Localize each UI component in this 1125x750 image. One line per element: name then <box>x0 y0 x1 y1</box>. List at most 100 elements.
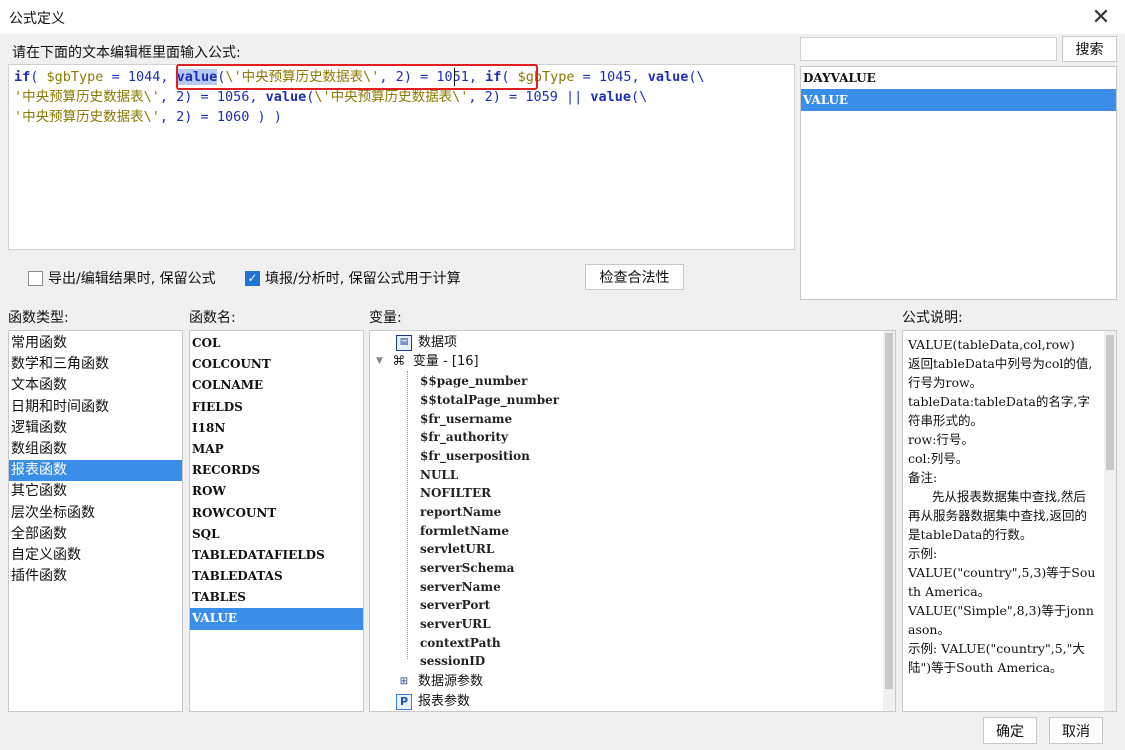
formula-description-text: VALUE(tableData,col,row) 返回tableData中列号为… <box>908 337 1096 675</box>
tree-leaf-variable[interactable]: $$totalPage_number <box>420 391 559 410</box>
tree-guide-line <box>407 371 408 659</box>
list-item[interactable]: 常用函数 <box>9 333 182 354</box>
list-item[interactable]: 文本函数 <box>9 375 182 396</box>
editor-label: 请在下面的文本编辑框里面输入公式: <box>12 45 241 61</box>
list-item-selected[interactable]: VALUE <box>190 608 363 630</box>
tree-leaf-variable[interactable]: servletURL <box>420 540 494 559</box>
function-result-dayvalue[interactable]: DAYVALUE <box>801 67 1116 89</box>
string-literal: \'中央预算历史数据表\' <box>314 89 469 105</box>
punct: , <box>379 69 396 85</box>
keep-formula-export-option[interactable]: 导出/编辑结果时, 保留公式 <box>28 268 216 288</box>
list-item[interactable]: 日期和时间函数 <box>9 397 182 418</box>
scrollbar-thumb[interactable] <box>885 333 893 689</box>
punct: , <box>468 69 486 85</box>
punct: (\ <box>688 69 705 85</box>
variables-tree: ▤ 数据项 ▼ ⌘ 变量 - [16] $$page_number $$tota… <box>369 330 896 712</box>
punct: ) = <box>403 69 437 85</box>
tree-leaf-variable[interactable]: reportName <box>420 503 501 522</box>
tree-leaf-variable[interactable]: formletName <box>420 522 509 541</box>
list-item[interactable]: 数学和三角函数 <box>9 354 182 375</box>
tree-leaf-variable[interactable]: sessionID <box>420 652 485 671</box>
keep-formula-export-checkbox[interactable] <box>28 270 43 286</box>
number: 1060 <box>216 109 250 125</box>
list-item[interactable]: FIELDS <box>190 397 363 418</box>
formula-editor[interactable]: if( $gbType = 1044, value(\'中央预算历史数据表\',… <box>8 64 795 250</box>
number: 1059 <box>525 89 558 105</box>
tree-leaf-variable[interactable]: $fr_authority <box>420 428 508 447</box>
function-call-selected: value <box>176 69 218 85</box>
keep-formula-fill-option[interactable]: ✓ 填报/分析时, 保留公式用于计算 <box>245 268 461 288</box>
function-types-list: 常用函数 数学和三角函数 文本函数 日期和时间函数 逻辑函数 数组函数 报表函数… <box>8 330 183 712</box>
punct: , <box>159 109 177 125</box>
list-item[interactable]: 自定义函数 <box>9 545 182 566</box>
scrollbar-thumb[interactable] <box>1106 335 1114 470</box>
list-item[interactable]: 层次坐标函数 <box>9 503 182 524</box>
tree-node-variables[interactable]: ▼ ⌘ 变量 - [16] <box>376 352 479 371</box>
list-item[interactable]: ROWCOUNT <box>190 503 363 524</box>
punct: ) = <box>184 109 217 125</box>
ok-button[interactable]: 确定 <box>983 717 1037 744</box>
list-item[interactable]: TABLES <box>190 587 363 608</box>
list-item[interactable]: RECORDS <box>190 460 363 481</box>
list-item[interactable]: COL <box>190 333 363 354</box>
keep-formula-fill-label: 填报/分析时, 保留公式用于计算 <box>265 271 461 287</box>
list-item[interactable]: TABLEDATAS <box>190 566 363 587</box>
punct: , <box>249 89 266 105</box>
list-item[interactable]: SQL <box>190 524 363 545</box>
list-item[interactable]: 全部函数 <box>9 524 182 545</box>
tree-leaf-variable[interactable]: serverSchema <box>420 559 514 578</box>
keep-formula-fill-checkbox[interactable]: ✓ <box>245 270 260 286</box>
tree-leaf-variable[interactable]: $$page_number <box>420 372 527 391</box>
list-item[interactable]: COLCOUNT <box>190 354 363 375</box>
punct: , <box>159 89 177 105</box>
tree-node-label: 变量 - [16] <box>412 354 479 369</box>
number: 1045 <box>598 69 632 85</box>
string-literal: '中央预算历史数据表\' <box>14 109 160 125</box>
tree-leaf-variable[interactable]: $fr_userposition <box>420 447 530 466</box>
list-item[interactable]: TABLEDATAFIELDS <box>190 545 363 566</box>
function-names-label: 函数名: <box>189 310 236 326</box>
text-caret <box>454 68 455 86</box>
list-item[interactable]: I18N <box>190 418 363 439</box>
list-item[interactable]: 其它函数 <box>9 481 182 502</box>
operator: = <box>103 69 128 85</box>
chevron-down-icon[interactable]: ▼ <box>376 352 383 371</box>
tree-node-label: 数据源参数 <box>418 674 484 689</box>
tree-leaf-variable[interactable]: serverName <box>420 578 501 597</box>
number: 2 <box>395 69 404 85</box>
tree-leaf-variable[interactable]: serverPort <box>420 596 490 615</box>
tree-leaf-variable[interactable]: $fr_username <box>420 410 512 429</box>
punct: ( <box>30 69 47 85</box>
list-item[interactable]: COLNAME <box>190 375 363 396</box>
tree-node-report-params[interactable]: P 报表参数 <box>396 692 470 711</box>
check-validity-button[interactable]: 检查合法性 <box>585 264 684 290</box>
tree-node-datasource-params[interactable]: ⊞ 数据源参数 <box>396 672 483 691</box>
tree-leaf-variable[interactable]: NOFILTER <box>420 484 491 503</box>
operator: || <box>557 89 591 105</box>
report-param-icon: P <box>396 693 412 710</box>
description-scrollbar[interactable] <box>1104 331 1116 711</box>
close-icon[interactable]: ✕ <box>1087 3 1115 31</box>
tree-node-data-item[interactable]: ▤ 数据项 <box>396 333 457 352</box>
variables-scrollbar[interactable] <box>883 331 895 711</box>
tree-leaf-variable[interactable]: serverURL <box>420 615 491 634</box>
list-item[interactable]: MAP <box>190 439 363 460</box>
tree-leaf-variable[interactable]: contextPath <box>420 634 501 653</box>
search-button[interactable]: 搜索 <box>1062 36 1117 62</box>
tree-leaf-variable[interactable]: NULL <box>420 466 458 485</box>
keep-formula-export-label: 导出/编辑结果时, 保留公式 <box>48 271 216 287</box>
string-literal: \'中央预算历史数据表\' <box>225 69 380 85</box>
number: 1044 <box>127 69 161 85</box>
list-item[interactable]: 数组函数 <box>9 439 182 460</box>
function-result-value[interactable]: VALUE <box>801 89 1116 111</box>
list-item[interactable]: 插件函数 <box>9 566 182 587</box>
function-search-input[interactable] <box>800 37 1057 61</box>
list-item[interactable]: 逻辑函数 <box>9 418 182 439</box>
operator: = <box>574 69 599 85</box>
keyword: if <box>14 69 31 85</box>
list-item-selected[interactable]: 报表函数 <box>9 460 182 482</box>
table-icon: ▤ <box>396 334 412 351</box>
keyword: if <box>485 69 502 85</box>
cancel-button[interactable]: 取消 <box>1049 717 1103 744</box>
list-item[interactable]: ROW <box>190 481 363 502</box>
